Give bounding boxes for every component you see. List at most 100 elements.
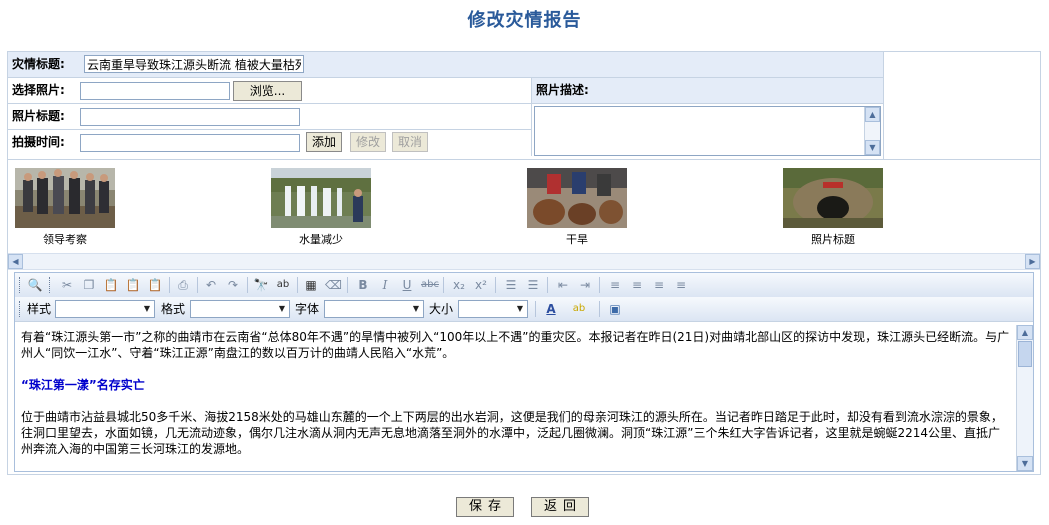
desc-textarea[interactable]: ▲ ▼	[534, 106, 881, 156]
print-icon[interactable]: ⎙	[175, 277, 191, 293]
thumbnail-image-waterfall[interactable]	[271, 168, 371, 228]
chevron-down-icon: ▼	[143, 304, 151, 313]
scroll-down-icon[interactable]: ▼	[1017, 456, 1033, 471]
photo-title-row: 照片标题:	[8, 104, 532, 130]
toolbar-separator	[169, 277, 170, 293]
photo-title-label: 照片标题:	[12, 109, 65, 123]
find-icon[interactable]: 🔭	[253, 277, 269, 293]
scroll-thumb[interactable]	[1018, 341, 1032, 367]
undo-icon[interactable]: ↶	[203, 277, 219, 293]
toolbar-separator	[495, 277, 496, 293]
align-left-icon[interactable]: ≡	[607, 277, 623, 293]
toolbar-separator	[599, 301, 600, 317]
browse-button[interactable]: 浏览...	[233, 81, 302, 101]
paragraph: 位于曲靖市沾益县城北50多千米、海拔2158米处的马雄山东麓的一个上下两层的出水…	[21, 410, 1003, 456]
paste-icon[interactable]: 📋	[103, 277, 119, 293]
cancel-button[interactable]: 取消	[392, 132, 428, 152]
copy-icon[interactable]: ❐	[81, 277, 97, 293]
preview-icon[interactable]: 🔍	[27, 277, 43, 293]
toolbar-grip	[19, 301, 22, 317]
thumbnail[interactable]: 照片标题	[783, 168, 883, 247]
align-right-icon[interactable]: ≡	[651, 277, 667, 293]
thumbnail-image-officials[interactable]	[15, 168, 115, 228]
text-color-icon[interactable]: A	[543, 301, 559, 317]
scroll-right-icon[interactable]: ▶	[1025, 254, 1040, 269]
chevron-down-icon: ▼	[412, 304, 420, 313]
thumbnail[interactable]: 领导考察	[15, 168, 115, 247]
thumbnail-caption: 干旱	[566, 233, 588, 246]
thumbnail-image-drought[interactable]	[527, 168, 627, 228]
thumbnail-image-cave[interactable]	[783, 168, 883, 228]
thumbnail-caption: 照片标题	[811, 233, 855, 246]
desc-scrollbar[interactable]: ▲ ▼	[864, 107, 880, 155]
photo-file-input[interactable]	[80, 82, 230, 100]
scroll-down-icon[interactable]: ▼	[865, 140, 880, 155]
bulleted-list-icon[interactable]: ☰	[525, 277, 541, 293]
page-title: 修改灾情报告	[467, 10, 582, 31]
style-label: 样式	[27, 302, 52, 316]
title-row: 灾情标题:	[8, 52, 884, 78]
size-select[interactable]: ▼	[458, 300, 528, 318]
style-select[interactable]: ▼	[55, 300, 155, 318]
title-input[interactable]	[84, 55, 304, 73]
date-row: 拍摄时间: 添加 修改 取消	[8, 130, 532, 156]
scroll-up-icon[interactable]: ▲	[1017, 325, 1033, 340]
toolbar-separator	[443, 277, 444, 293]
indent-icon[interactable]: ⇥	[577, 277, 593, 293]
thumbnail[interactable]: 水量减少	[271, 168, 371, 247]
section-heading: “珠江第一漾”名存实亡	[21, 378, 145, 392]
paste-word-icon[interactable]: 📋	[147, 277, 163, 293]
save-button[interactable]: 保存	[456, 497, 514, 517]
strikethrough-icon[interactable]: abc	[421, 277, 439, 293]
align-center-icon[interactable]: ≡	[629, 277, 645, 293]
add-button[interactable]: 添加	[306, 132, 342, 152]
maximize-icon[interactable]: ▣	[607, 301, 623, 317]
replace-icon[interactable]: ab	[275, 277, 291, 293]
superscript-icon[interactable]: x²	[473, 277, 489, 293]
toolbar-separator	[247, 277, 248, 293]
editor-scrollbar[interactable]: ▲ ▼	[1016, 325, 1033, 471]
thumbnail-caption: 水量减少	[299, 233, 343, 246]
scroll-up-icon[interactable]: ▲	[865, 107, 880, 122]
scroll-left-icon[interactable]: ◀	[8, 254, 23, 269]
redo-icon[interactable]: ↷	[225, 277, 241, 293]
background-color-icon[interactable]: ab	[571, 301, 587, 317]
photo-row: 选择照片: 浏览...	[8, 78, 532, 104]
editor-text: 有着“珠江源头第一市”之称的曲靖市在云南省“总体80年不遇”的旱情中被列入“10…	[21, 329, 1011, 471]
bold-icon[interactable]: B	[355, 277, 371, 293]
remove-format-icon[interactable]: ⌫	[325, 277, 342, 293]
editor-content[interactable]: 有着“珠江源头第一市”之称的曲靖市在云南省“总体80年不遇”的旱情中被列入“10…	[15, 325, 1033, 471]
format-select[interactable]: ▼	[190, 300, 290, 318]
size-label: 大小	[429, 302, 454, 316]
date-input[interactable]	[80, 134, 300, 152]
align-justify-icon[interactable]: ≡	[673, 277, 689, 293]
italic-icon[interactable]: I	[377, 277, 393, 293]
select-all-icon[interactable]: ▦	[303, 277, 319, 293]
subscript-icon[interactable]: x₂	[451, 277, 467, 293]
font-select[interactable]: ▼	[324, 300, 424, 318]
numbered-list-icon[interactable]: ☰	[503, 277, 519, 293]
photo-title-input[interactable]	[80, 108, 300, 126]
font-label: 字体	[295, 302, 320, 316]
editor-toolbar-1: 🔍 ✂ ❐ 📋 📋 📋 ⎙ ↶ ↷ 🔭 ab ▦ ⌫ B I U abc x₂	[15, 273, 1033, 298]
paste-text-icon[interactable]: 📋	[125, 277, 141, 293]
photo-label: 选择照片:	[12, 83, 65, 97]
toolbar-grip	[49, 277, 52, 293]
photo-strip-scrollbar[interactable]: ◀ ▶	[8, 253, 1040, 270]
toolbar-grip	[19, 277, 22, 293]
date-label: 拍摄时间:	[12, 135, 65, 149]
toolbar-separator	[297, 277, 298, 293]
thumbnail[interactable]: 干旱	[527, 168, 627, 247]
chevron-down-icon: ▼	[516, 304, 524, 313]
underline-icon[interactable]: U	[399, 277, 415, 293]
rich-text-editor: 🔍 ✂ ❐ 📋 📋 📋 ⎙ ↶ ↷ 🔭 ab ▦ ⌫ B I U abc x₂	[14, 272, 1034, 472]
chevron-down-icon: ▼	[278, 304, 286, 313]
editor-toolbar-2: 样式 ▼ 格式 ▼ 字体 ▼ 大小 ▼ A ab ▣	[15, 297, 1033, 322]
report-form: 灾情标题: 选择照片: 浏览... 照片标题: 拍摄时间: 添加 修改 取消 照…	[8, 52, 884, 160]
outdent-icon[interactable]: ⇤	[555, 277, 571, 293]
back-button[interactable]: 返回	[531, 497, 589, 517]
cut-icon[interactable]: ✂	[59, 277, 75, 293]
desc-header: 照片描述:	[532, 78, 884, 104]
edit-button[interactable]: 修改	[350, 132, 386, 152]
toolbar-separator	[347, 277, 348, 293]
